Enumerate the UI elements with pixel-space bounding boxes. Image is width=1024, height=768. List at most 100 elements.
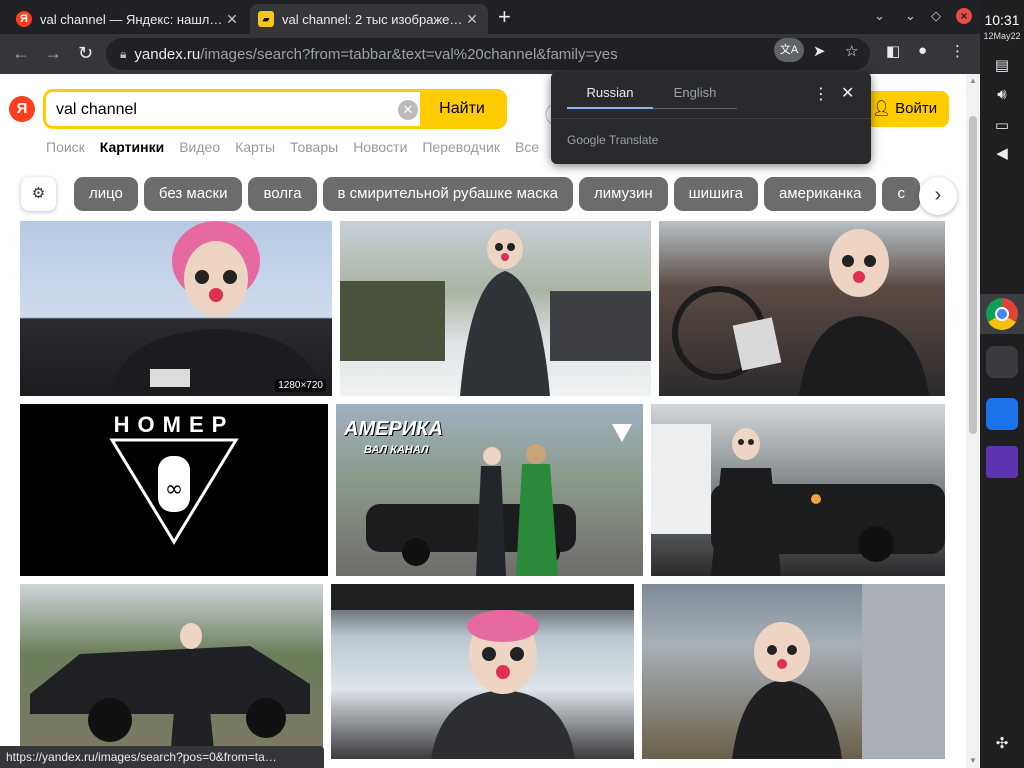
forward-icon[interactable]: → [44, 43, 62, 64]
service-all[interactable]: Все [515, 139, 539, 155]
window-close-icon[interactable]: × [956, 8, 972, 24]
profile-icon[interactable]: ● [918, 42, 927, 59]
yandex-logo[interactable]: Я [9, 96, 35, 122]
tab-strip: Я val channel — Яндекс: нашл… ✕ ▰ val ch… [0, 0, 980, 34]
screen-icon[interactable]: ▭ [992, 116, 1012, 134]
image-result[interactable]: НОМЕР ∞ [20, 404, 328, 576]
find-button[interactable]: Найти [420, 92, 504, 126]
chip[interactable]: без маски [143, 177, 243, 211]
chips-next-button[interactable]: › [919, 177, 957, 215]
new-tab-icon[interactable]: + [498, 6, 511, 28]
tab-yandex-images[interactable]: ▰ val channel: 2 тыс изображе… ✕ [250, 4, 488, 34]
service-translator[interactable]: Переводчик [422, 139, 500, 155]
link-status-bar: https://yandex.ru/images/search?pos=0&fr… [0, 746, 324, 768]
send-icon[interactable]: ➤ [813, 42, 826, 60]
image-result[interactable] [340, 221, 651, 396]
clock[interactable]: 10:31 [980, 12, 1024, 28]
clipboard-icon[interactable]: ▤ [992, 56, 1012, 74]
service-news[interactable]: Новости [353, 139, 407, 155]
close-tab-icon[interactable]: ✕ [464, 11, 480, 28]
tab-title: val channel — Яндекс: нашл… [40, 11, 223, 27]
browser-window: Я val channel — Яндекс: нашл… ✕ ▰ val ch… [0, 0, 980, 768]
active-tab-indicator [567, 107, 653, 109]
svg-text:∞: ∞ [165, 477, 183, 502]
menu-kebab-icon[interactable]: ⋮ [950, 42, 965, 60]
login-label: Войти [895, 100, 938, 117]
terminal-app-icon[interactable] [986, 346, 1018, 378]
banner-title: НОМЕР [113, 412, 235, 437]
side-panel-icon[interactable]: ◧ [886, 42, 900, 60]
banner-title: АМЕРИКА [344, 418, 443, 440]
image-thumbnail [340, 229, 651, 396]
service-maps[interactable]: Карты [235, 139, 275, 155]
image-result[interactable]: АМЕРИКА ВАЛ КАНАЛ [336, 404, 643, 576]
reload-icon[interactable]: ↻ [78, 43, 93, 64]
store-app-icon[interactable] [986, 398, 1018, 430]
translate-popup: Russian English ⋮ ✕ Google Translate [551, 72, 871, 164]
service-search[interactable]: Поиск [46, 139, 85, 155]
translate-menu-icon[interactable]: ⋮ [813, 84, 829, 104]
filters-button[interactable]: ⚙︎ [21, 177, 56, 211]
chip[interactable]: волга [248, 177, 317, 211]
image-result[interactable] [659, 221, 945, 396]
scroll-down-icon[interactable]: ▼ [969, 756, 977, 765]
chip[interactable]: в смирительной рубашке маска [322, 177, 573, 211]
scroll-up-icon[interactable]: ▲ [969, 76, 977, 85]
scrollbar-thumb[interactable] [969, 116, 977, 434]
image-thumbnail [732, 584, 945, 759]
services-nav: Поиск Картинки Видео Карты Товары Новост… [46, 139, 539, 155]
image-result[interactable] [331, 584, 634, 759]
page-scrollbar[interactable]: ▲ ▼ [966, 74, 980, 768]
date: 12May22 [983, 31, 1021, 41]
tab-title: val channel: 2 тыс изображе… [282, 11, 463, 27]
service-images[interactable]: Картинки [100, 139, 164, 155]
maximize-icon[interactable]: ◇ [931, 8, 941, 24]
minimize-icon[interactable]: ⌄ [905, 8, 916, 24]
image-thumbnail [331, 584, 634, 759]
close-tab-icon[interactable]: ✕ [224, 11, 240, 28]
search-input[interactable] [56, 98, 386, 122]
translate-target-tab[interactable]: English [653, 85, 737, 100]
translate-icon[interactable]: 文A [774, 38, 804, 62]
popup-divider [551, 118, 871, 119]
tab-yandex-search[interactable]: Я val channel — Яндекс: нашл… ✕ [8, 4, 248, 34]
image-thumbnail [30, 623, 310, 759]
url-host: yandex.ru [134, 45, 201, 63]
chrome-app-icon[interactable] [986, 298, 1018, 330]
volume-icon[interactable]: 🔊︎ [992, 86, 1012, 103]
bookmark-star-icon[interactable]: ☆ [845, 42, 858, 60]
translate-source-tab[interactable]: Russian [567, 85, 653, 100]
service-goods[interactable]: Товары [290, 139, 338, 155]
chip[interactable]: лицо [74, 177, 138, 211]
back-icon[interactable]: ← [12, 43, 30, 64]
login-button[interactable]: 👤︎ Войти [860, 91, 949, 127]
files-app-icon[interactable] [986, 446, 1018, 478]
translate-close-icon[interactable]: ✕ [841, 83, 854, 103]
yandex-images-page: Я ✕ Найти ◯ 👤︎ Войти Поиск Картинки Виде… [0, 74, 966, 768]
launcher-icon[interactable]: ✣ [992, 734, 1012, 752]
chip[interactable]: шишига [673, 177, 758, 211]
chip[interactable]: лимузин [578, 177, 668, 211]
collapse-arrow-icon[interactable]: ◀ [992, 144, 1012, 162]
chevron-down-icon[interactable]: ⌄ [874, 8, 885, 24]
chip[interactable]: американка [763, 177, 877, 211]
address-bar[interactable]: 🔒︎ yandex.ru/images/search?from=tabbar&t… [106, 38, 870, 70]
image-result[interactable] [20, 584, 323, 759]
image-thumbnail [651, 424, 945, 576]
images-favicon-icon: ▰ [258, 11, 274, 27]
service-video[interactable]: Видео [179, 139, 220, 155]
image-result[interactable]: 1280×720 [20, 221, 332, 396]
image-thumbnail [110, 221, 322, 396]
lock-icon: 🔒︎ [120, 46, 127, 61]
clear-search-icon[interactable]: ✕ [398, 100, 418, 120]
image-result[interactable] [651, 404, 945, 576]
image-result[interactable] [642, 584, 945, 759]
user-icon: 👤︎ [871, 100, 891, 117]
yandex-favicon-icon: Я [16, 11, 32, 27]
resolution-badge: 1280×720 [275, 379, 326, 392]
related-chips: лицо без маски волга в смирительной рубашке… [74, 177, 954, 213]
browser-toolbar: ← → ↻ 🔒︎ yandex.ru/images/search?from=ta… [0, 34, 980, 74]
url-path: /images/search?from=tabbar&text=val%20ch… [200, 45, 618, 63]
os-shelf: 10:31 12May22 ▤ 🔊︎ ▭ ◀ ✣ [980, 0, 1024, 768]
chip[interactable]: с [882, 177, 920, 211]
